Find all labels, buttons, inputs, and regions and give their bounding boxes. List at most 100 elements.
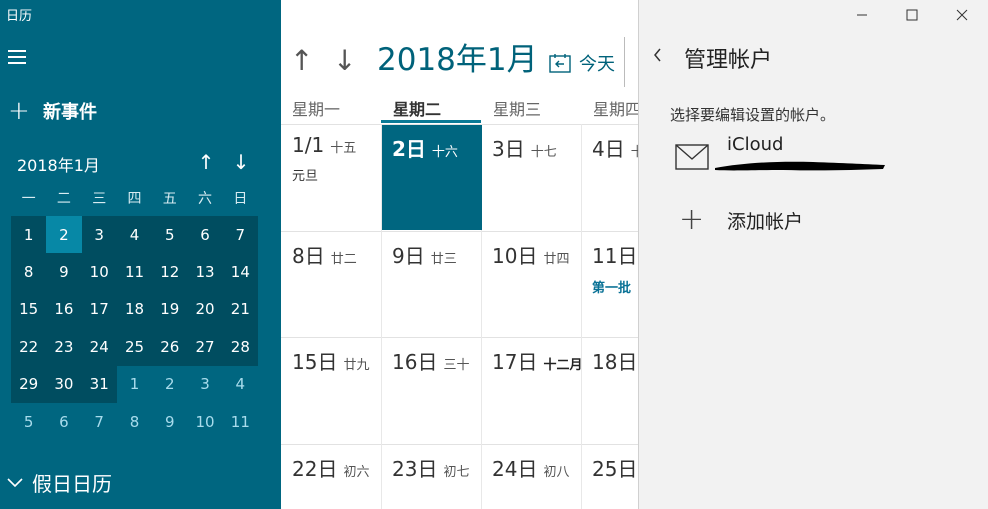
mini-calendar-day[interactable]: 3	[187, 366, 222, 403]
minimize-button[interactable]	[837, 0, 887, 30]
mini-calendar-day[interactable]: 30	[46, 365, 82, 403]
back-button[interactable]	[653, 46, 663, 67]
today-button[interactable]: 今天	[549, 50, 615, 76]
day-number: 1/1	[292, 133, 325, 157]
mini-calendar-day[interactable]: 21	[222, 290, 258, 329]
mini-calendar-day[interactable]: 13	[187, 253, 223, 291]
mini-calendar-day[interactable]: 1	[117, 366, 152, 403]
mini-calendar-day[interactable]: 17	[81, 290, 117, 329]
today-label: 今天	[579, 54, 615, 75]
day-cell[interactable]: 15日 廿九	[282, 338, 382, 444]
mini-calendar-week: 8 9 10 11 12 13 14	[11, 253, 258, 291]
mini-calendar-day[interactable]: 24	[81, 328, 117, 366]
mini-calendar-month-label[interactable]: 2018年1月	[17, 152, 100, 176]
mini-calendar-day[interactable]: 16	[46, 290, 82, 329]
mini-calendar-day[interactable]: 8	[117, 403, 152, 440]
day-number: 22日	[292, 457, 338, 481]
add-account-button[interactable]: + 添加帐户	[679, 202, 803, 237]
mini-calendar-day[interactable]: 12	[152, 253, 188, 291]
mini-calendar-day[interactable]: 3	[81, 216, 117, 254]
day-cell[interactable]: 8日 廿二	[282, 232, 382, 337]
calendar-main: ↑ ↓ 2018年1月 今天 星期一 星期二 星期三 星期四 1/1 十五 元旦 2日…	[281, 0, 638, 509]
mini-calendar-day[interactable]: 4	[223, 366, 258, 403]
mini-calendar-day[interactable]: 2	[152, 366, 187, 403]
mini-calendar-day[interactable]: 10	[81, 253, 117, 291]
mini-calendar-weekdays: 一 二 三 四 五 六 日	[11, 188, 258, 208]
mini-calendar-day[interactable]: 29	[11, 365, 47, 403]
mini-calendar-day[interactable]: 11	[223, 403, 258, 440]
lunar-date: 初六	[343, 465, 370, 480]
day-cell[interactable]: 11日廿五第一批	[582, 232, 638, 337]
mini-weekday: 一	[21, 191, 36, 207]
account-name: iCloud	[727, 134, 784, 155]
day-cell[interactable]: 25日初九	[582, 445, 638, 509]
day-number: 8日	[292, 244, 325, 268]
mini-calendar-day[interactable]: 11	[116, 253, 153, 291]
day-number: 4日	[592, 137, 625, 161]
mini-calendar-day[interactable]: 15	[11, 290, 47, 329]
mini-calendar-day[interactable]: 20	[187, 290, 223, 329]
day-cell[interactable]: 17日 十二月	[482, 338, 582, 444]
day-cell[interactable]: 10日 廿四	[482, 232, 582, 337]
holiday-calendar-toggle[interactable]: 假日日历	[6, 468, 112, 497]
mini-calendar-day[interactable]: 27	[187, 328, 223, 366]
mini-calendar-day[interactable]: 5	[11, 403, 46, 440]
mini-calendar-day[interactable]: 6	[187, 216, 223, 254]
mini-calendar-day[interactable]: 26	[152, 328, 188, 366]
lunar-date: 十八	[630, 145, 638, 160]
mini-calendar-day[interactable]: 9	[152, 403, 187, 440]
weekday-header: 星期一 星期二 星期三 星期四	[281, 92, 638, 124]
mini-calendar-day[interactable]: 23	[46, 328, 82, 366]
panel-title: 管理帐户	[684, 48, 773, 73]
header-divider	[624, 37, 625, 87]
mini-calendar-day[interactable]: 9	[46, 253, 82, 291]
mini-calendar-week: 22 23 24 25 26 27 28	[11, 328, 258, 366]
mini-calendar-day[interactable]: 10	[187, 403, 222, 440]
new-event-button[interactable]: + 新事件	[8, 96, 97, 126]
day-cell[interactable]: 24日 初八	[482, 445, 582, 509]
day-number: 10日	[492, 244, 538, 268]
mini-calendar-day[interactable]: 7	[222, 216, 258, 254]
mini-calendar-day[interactable]: 18	[116, 290, 153, 329]
mini-calendar-day[interactable]: 25	[116, 328, 153, 366]
mini-calendar-day[interactable]: 1	[11, 216, 47, 254]
mini-calendar-day[interactable]: 22	[11, 328, 47, 366]
mini-calendar-day[interactable]: 28	[222, 328, 258, 366]
mini-calendar-day[interactable]: 19	[152, 290, 188, 329]
day-cell[interactable]: 4日十八	[582, 125, 638, 230]
day-cell-selected[interactable]: 2日 十六	[382, 125, 482, 230]
new-event-label: 新事件	[43, 102, 97, 123]
maximize-button[interactable]	[887, 0, 937, 30]
day-cell[interactable]: 16日 三十	[382, 338, 482, 444]
lunar-date: 廿四	[543, 252, 570, 267]
day-cell[interactable]: 22日 初六	[282, 445, 382, 509]
mini-calendar-day[interactable]: 31	[81, 365, 117, 403]
close-button[interactable]	[937, 0, 987, 30]
chevron-left-icon	[654, 48, 661, 62]
mini-calendar-day-selected[interactable]: 2	[46, 216, 82, 254]
prev-month-arrow-icon[interactable]: ↑	[290, 46, 313, 76]
mini-calendar-day[interactable]: 5	[152, 216, 188, 254]
weekday-label: 星期一	[292, 100, 341, 119]
day-cell[interactable]: 23日 初七	[382, 445, 482, 509]
account-item-icloud[interactable]: iCloud	[675, 132, 935, 180]
day-number: 9日	[392, 244, 425, 268]
plus-icon: +	[679, 202, 705, 237]
mini-calendar-day[interactable]: 8	[11, 253, 47, 291]
day-cell[interactable]: 1/1 十五 元旦	[282, 125, 382, 230]
mini-calendar-day[interactable]: 6	[46, 403, 81, 440]
mini-calendar-day[interactable]: 14	[222, 253, 258, 291]
calendar-event-link[interactable]: 第一批	[592, 277, 638, 296]
mini-calendar-prev-arrow-icon[interactable]: ↑	[196, 150, 216, 174]
day-cell[interactable]: 3日 十七	[482, 125, 582, 230]
day-cell[interactable]: 9日 廿三	[382, 232, 482, 337]
day-cell[interactable]: 18日初二	[582, 338, 638, 444]
lunar-date: 十五	[330, 141, 357, 156]
mini-calendar-day[interactable]: 7	[82, 403, 117, 440]
hamburger-menu-icon[interactable]	[8, 50, 26, 64]
mini-calendar-day[interactable]: 4	[116, 216, 153, 254]
next-month-arrow-icon[interactable]: ↓	[333, 46, 356, 76]
mini-calendar-week: 15 16 17 18 19 20 21	[11, 290, 258, 329]
mini-calendar-week: 29 30 31 1 2 3 4	[11, 365, 258, 403]
mini-calendar-next-arrow-icon[interactable]: ↓	[231, 150, 251, 174]
